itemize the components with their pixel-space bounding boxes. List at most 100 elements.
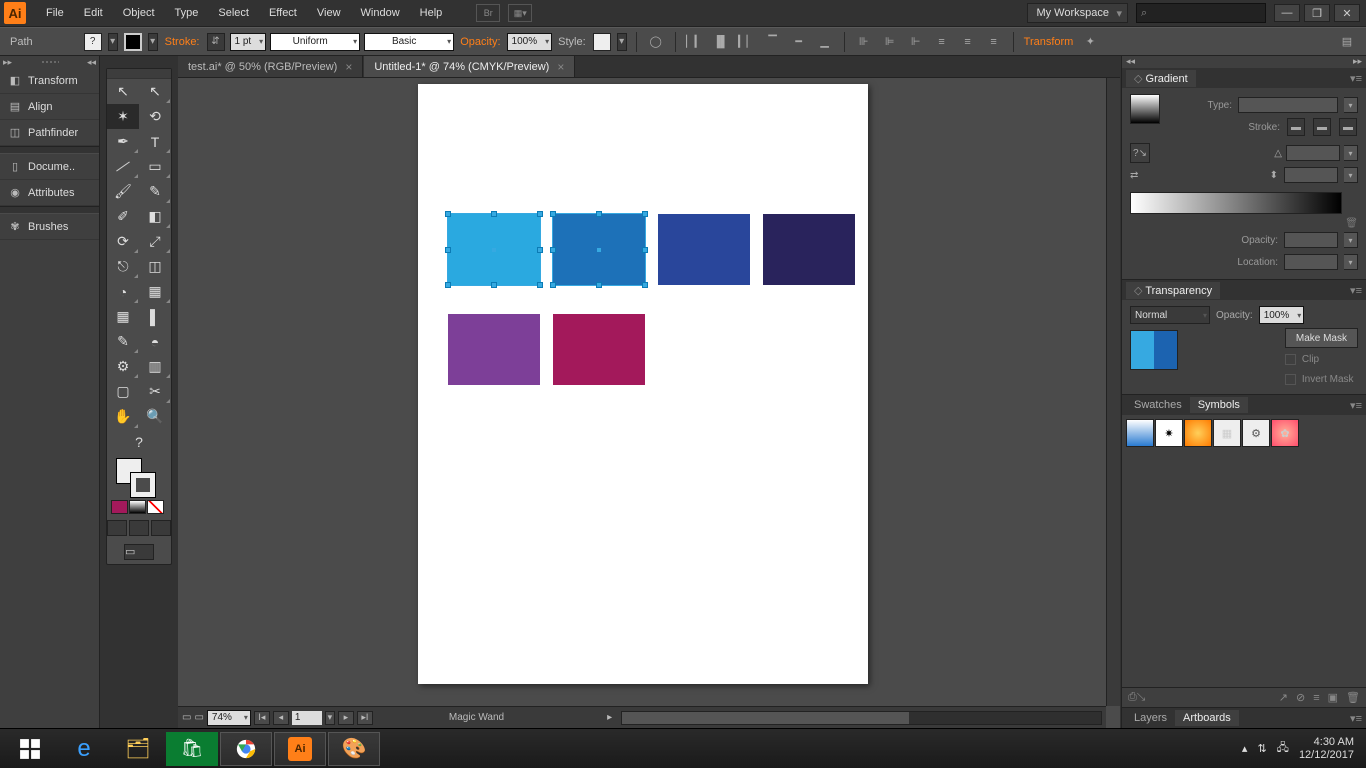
opacity-label[interactable]: Opacity: bbox=[460, 36, 500, 48]
menu-window[interactable]: Window bbox=[351, 0, 410, 27]
stroke-apply-1-icon[interactable]: ▬ bbox=[1287, 118, 1305, 136]
eyedropper-tool[interactable]: ✎ bbox=[107, 329, 139, 354]
align-hcenter-icon[interactable]: ▐▌ bbox=[711, 32, 731, 52]
invert-mask-checkbox[interactable] bbox=[1285, 374, 1296, 385]
symbol-item[interactable] bbox=[1184, 419, 1212, 447]
gradient-questionmark-icon[interactable]: ?↘ bbox=[1130, 143, 1150, 163]
gradient-mode-swatch[interactable] bbox=[129, 500, 146, 514]
stroke-weight-field[interactable]: 1 pt bbox=[230, 33, 267, 51]
dock-grip[interactable]: ◂◂▸▸ bbox=[1122, 56, 1366, 68]
stroke-color-swatch[interactable] bbox=[130, 472, 156, 498]
menu-edit[interactable]: Edit bbox=[74, 0, 113, 27]
nav-prev-button[interactable]: ◂ bbox=[273, 711, 289, 725]
fill-stroke-swatches[interactable] bbox=[107, 454, 171, 498]
menu-view[interactable]: View bbox=[307, 0, 351, 27]
stop-opacity-arrow[interactable]: ▾ bbox=[1344, 232, 1358, 248]
menu-object[interactable]: Object bbox=[113, 0, 165, 27]
delete-stop-icon[interactable]: 🗑 bbox=[1345, 218, 1358, 229]
first-artboard-icon[interactable]: ▭ bbox=[182, 712, 191, 723]
vertical-scrollbar[interactable] bbox=[1106, 78, 1120, 706]
nav-first-button[interactable]: I◂ bbox=[254, 711, 270, 725]
transform-panel-icon[interactable]: ✦ bbox=[1080, 32, 1100, 52]
blend-tool[interactable]: ◓ bbox=[139, 329, 171, 354]
artwork-rectangle[interactable] bbox=[658, 214, 750, 285]
place-symbol-icon[interactable]: ↗ bbox=[1279, 691, 1288, 704]
menu-effect[interactable]: Effect bbox=[259, 0, 307, 27]
close-tab-icon[interactable]: × bbox=[557, 60, 564, 74]
selection-handle[interactable] bbox=[537, 247, 543, 253]
artboard-number-field[interactable]: 1 bbox=[292, 711, 322, 725]
artwork-rectangle[interactable] bbox=[448, 214, 540, 285]
artboard[interactable]: center bbox=[418, 84, 868, 684]
symbol-item[interactable]: ▦ bbox=[1213, 419, 1241, 447]
stroke-apply-3-icon[interactable]: ▬ bbox=[1339, 118, 1357, 136]
symbol-libraries-icon[interactable]: ⎙↘ bbox=[1128, 691, 1146, 704]
symbol-sprayer-tool[interactable]: ⚙ bbox=[107, 354, 139, 379]
document-tab[interactable]: test.ai* @ 50% (RGB/Preview)× bbox=[178, 56, 363, 77]
taskbar-chrome-icon[interactable] bbox=[220, 732, 272, 766]
recolor-artwork-icon[interactable]: ◯ bbox=[646, 32, 666, 52]
pencil-tool[interactable]: ✎ bbox=[139, 179, 171, 204]
panel-pathfinder[interactable]: ◫Pathfinder bbox=[0, 120, 99, 146]
selection-handle[interactable] bbox=[596, 282, 602, 288]
gradient-aspect-field[interactable] bbox=[1284, 167, 1338, 183]
none-mode-swatch[interactable] bbox=[147, 500, 164, 514]
artwork-rectangle[interactable] bbox=[553, 314, 645, 385]
selection-handle[interactable] bbox=[550, 282, 556, 288]
status-overflow-arrow[interactable]: ▸ bbox=[607, 712, 612, 723]
symbol-options-icon[interactable]: ≡ bbox=[1313, 692, 1319, 704]
selection-handle[interactable] bbox=[537, 211, 543, 217]
line-tool[interactable] bbox=[107, 154, 139, 179]
zoom-level-field[interactable]: 74% bbox=[207, 710, 251, 726]
window-minimize-button[interactable]: — bbox=[1274, 4, 1300, 22]
selection-handle[interactable] bbox=[445, 247, 451, 253]
artboard-number-arrow[interactable]: ▾ bbox=[325, 711, 335, 725]
distribute-right-icon[interactable]: ⊩ bbox=[906, 32, 926, 52]
eraser-tool[interactable]: ◧ bbox=[139, 204, 171, 229]
align-left-icon[interactable]: ▏▎ bbox=[685, 32, 705, 52]
stop-location-field[interactable] bbox=[1284, 254, 1338, 270]
transparency-tab[interactable]: ◇ Transparency bbox=[1126, 282, 1220, 299]
stroke-weight-stepper[interactable]: ⇵ bbox=[207, 33, 225, 51]
bridge-button[interactable]: Br bbox=[476, 4, 500, 22]
selection-handle[interactable] bbox=[596, 211, 602, 217]
draw-behind-mode[interactable] bbox=[129, 520, 149, 536]
canvas[interactable]: center bbox=[178, 78, 1106, 706]
reverse-gradient-icon[interactable]: ⇄ bbox=[1130, 170, 1138, 181]
blend-mode-field[interactable]: Normal bbox=[1130, 306, 1210, 324]
taskbar-ie-icon[interactable]: e bbox=[58, 732, 110, 766]
opacity-field[interactable]: 100% bbox=[507, 33, 553, 51]
selection-handle[interactable] bbox=[491, 211, 497, 217]
nav-next-button[interactable]: ▸ bbox=[338, 711, 354, 725]
menu-file[interactable]: File bbox=[36, 0, 74, 27]
paintbrush-tool[interactable]: 🖌 bbox=[107, 179, 139, 204]
fill-swatch-arrow[interactable]: ▾ bbox=[108, 33, 118, 51]
graphic-style-arrow[interactable]: ▾ bbox=[617, 33, 627, 51]
artwork-rectangle[interactable] bbox=[448, 314, 540, 385]
artboard-tool[interactable]: ▢ bbox=[107, 379, 139, 404]
scale-tool[interactable]: ⤢ bbox=[139, 229, 171, 254]
close-tab-icon[interactable]: × bbox=[345, 60, 352, 74]
column-graph-tool[interactable]: ▥ bbox=[139, 354, 171, 379]
taskbar-illustrator-icon[interactable]: Ai bbox=[274, 732, 326, 766]
panel-brushes[interactable]: ✾Brushes bbox=[0, 214, 99, 240]
distribute-vcenter-icon[interactable]: ≡ bbox=[958, 32, 978, 52]
rotate-tool[interactable]: ⟳ bbox=[107, 229, 139, 254]
clip-checkbox[interactable] bbox=[1285, 354, 1296, 365]
panel-document-info[interactable]: ▯Docume.. bbox=[0, 154, 99, 180]
tray-network-icon[interactable]: 🖧 bbox=[1277, 739, 1289, 758]
transparency-opacity-field[interactable]: 100% bbox=[1259, 306, 1305, 324]
gradient-tool[interactable]: ▌ bbox=[139, 304, 171, 329]
gradient-type-field[interactable] bbox=[1238, 97, 1338, 113]
gradient-aspect-arrow[interactable]: ▾ bbox=[1344, 167, 1358, 183]
align-right-icon[interactable]: ▎▏ bbox=[737, 32, 757, 52]
screen-mode-button[interactable]: ▭ bbox=[124, 544, 154, 560]
symbols-tab[interactable]: Symbols bbox=[1190, 397, 1248, 413]
hand-tool[interactable]: ✋ bbox=[107, 404, 139, 429]
make-mask-button[interactable]: Make Mask bbox=[1285, 328, 1358, 348]
selection-handle[interactable] bbox=[550, 247, 556, 253]
selection-handle[interactable] bbox=[642, 247, 648, 253]
nav-last-button[interactable]: ▸I bbox=[357, 711, 373, 725]
distribute-left-icon[interactable]: ⊪ bbox=[854, 32, 874, 52]
magic-wand-tool[interactable]: ✶ bbox=[107, 104, 139, 129]
